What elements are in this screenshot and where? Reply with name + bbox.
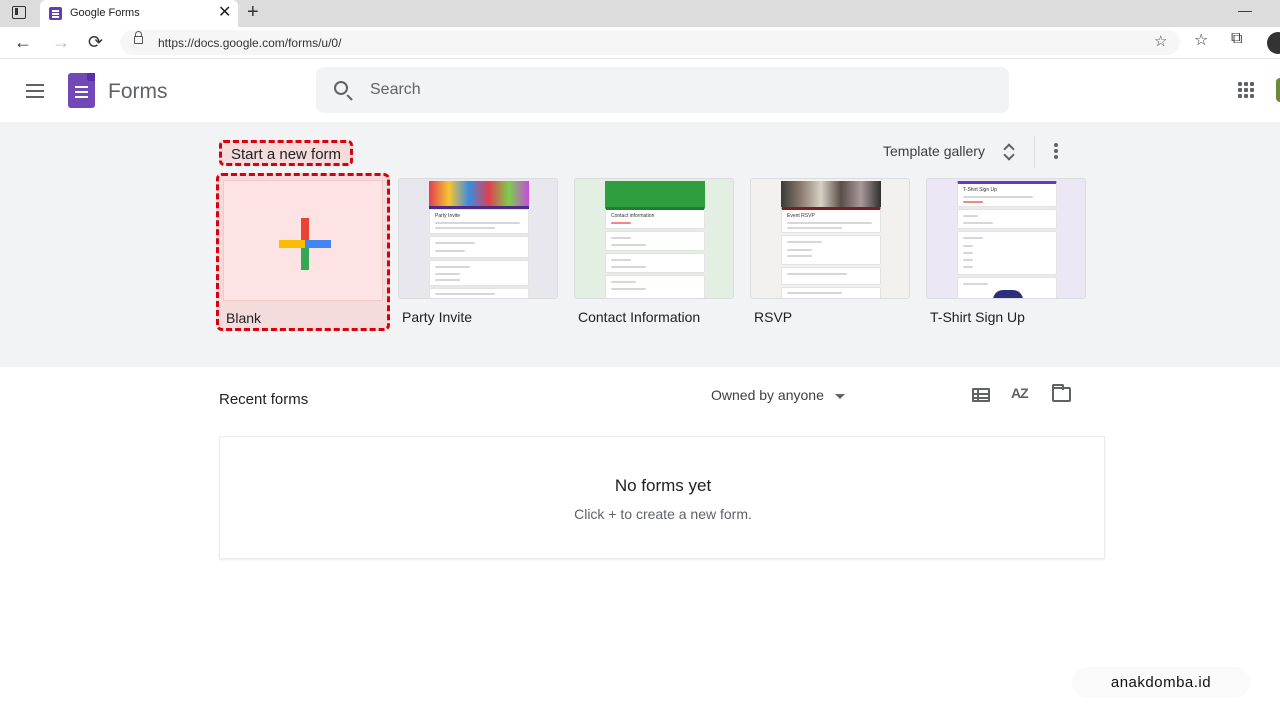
minimize-window-icon[interactable]: —: [1238, 2, 1252, 18]
template-name[interactable]: Contact Information: [574, 309, 734, 325]
main-menu-icon[interactable]: [26, 84, 44, 86]
browser-profile-icon[interactable]: [1267, 32, 1280, 54]
forms-favicon-icon: [49, 7, 62, 20]
party-invite-thumbnail[interactable]: Party Invite: [398, 178, 558, 299]
chevron-down-icon[interactable]: [835, 394, 845, 399]
mini-title-card: Event RSVP: [781, 207, 881, 233]
more-options-icon[interactable]: [1054, 143, 1058, 147]
forward-arrow-icon[interactable]: →: [52, 30, 70, 54]
start-new-form-section: Start a new form Template gallery Blank …: [0, 122, 1280, 367]
tab-actions-icon[interactable]: [12, 6, 26, 19]
reload-icon[interactable]: ⟳: [88, 30, 103, 54]
forms-app-bar: Forms: [0, 60, 1280, 122]
template-name[interactable]: RSVP: [750, 309, 910, 325]
green-header-image: [605, 181, 705, 209]
template-rsvp[interactable]: Event RSVP RSVP: [750, 178, 910, 325]
divider: [1034, 136, 1035, 168]
template-name[interactable]: Blank: [226, 310, 261, 326]
lock-icon[interactable]: [134, 31, 143, 44]
party-invite-preview-title: Party Invite: [435, 213, 461, 219]
search-input[interactable]: [370, 67, 970, 113]
search-icon[interactable]: [334, 81, 348, 95]
url-text[interactable]: https://docs.google.com/forms/u/0/: [158, 36, 341, 50]
empty-state-subtitle: Click + to create a new form.: [574, 506, 752, 522]
browser-tab[interactable]: Google Forms ✕: [40, 0, 238, 27]
template-name[interactable]: T-Shirt Sign Up: [926, 309, 1086, 325]
balloons-image: [429, 181, 529, 207]
watermark-label: anakdomba.id: [1072, 667, 1250, 698]
contact-info-preview-title: Contact information: [611, 213, 655, 219]
favorite-star-icon[interactable]: ☆: [1154, 32, 1167, 50]
template-tshirt-sign-up[interactable]: T-Shirt Sign Up T-Shirt Sign Up: [926, 178, 1086, 325]
new-tab-icon[interactable]: +: [247, 1, 259, 23]
list-view-icon[interactable]: [972, 388, 990, 402]
owner-filter-dropdown[interactable]: Owned by anyone: [711, 387, 824, 403]
tshirt-thumbnail[interactable]: T-Shirt Sign Up: [926, 178, 1086, 299]
back-arrow-icon[interactable]: ←: [14, 30, 32, 54]
mini-title-card: Contact information: [605, 207, 705, 229]
collections-icon[interactable]: ⧉: [1231, 30, 1242, 48]
empty-state-title: No forms yet: [614, 476, 712, 495]
start-new-form-title: Start a new form: [219, 140, 354, 166]
expand-collapse-icon[interactable]: [1003, 142, 1015, 162]
tshirt-preview-title: T-Shirt Sign Up: [963, 187, 997, 193]
url-field[interactable]: https://docs.google.com/forms/u/0/ ☆: [120, 30, 1180, 55]
app-name[interactable]: Forms: [108, 80, 168, 104]
browser-tab-bar: Google Forms ✕ + —: [0, 0, 1280, 27]
rsvp-preview-title: Event RSVP: [787, 213, 815, 219]
template-contact-information[interactable]: Contact information Contact Information: [574, 178, 734, 325]
browser-address-bar: ← → ⟳ https://docs.google.com/forms/u/0/…: [0, 27, 1280, 59]
mini-title-card: T-Shirt Sign Up: [957, 181, 1057, 207]
tshirt-image: [993, 290, 1023, 298]
close-tab-icon[interactable]: ✕: [218, 3, 231, 23]
tab-title: Google Forms: [70, 7, 140, 19]
forms-logo-icon[interactable]: [68, 73, 95, 108]
google-apps-icon[interactable]: [1238, 82, 1254, 98]
empty-state-card: No forms yet Click + to create a new for…: [219, 436, 1105, 559]
mini-title-card: Party Invite: [429, 209, 529, 234]
folder-picker-icon[interactable]: [1052, 384, 1071, 402]
crowd-image: [781, 181, 881, 207]
template-name[interactable]: Party Invite: [398, 309, 558, 325]
blank-thumbnail[interactable]: [223, 180, 383, 301]
plus-icon: [279, 218, 331, 270]
sort-az-icon[interactable]: AZ: [1011, 385, 1029, 401]
template-blank[interactable]: Blank: [216, 173, 390, 331]
template-party-invite[interactable]: Party Invite Party Invite: [398, 178, 558, 325]
rsvp-thumbnail[interactable]: Event RSVP: [750, 178, 910, 299]
search-bar[interactable]: [316, 67, 1009, 113]
account-avatar[interactable]: [1276, 78, 1280, 102]
favorites-icon[interactable]: ☆: [1194, 30, 1208, 50]
recent-forms-title: Recent forms: [219, 391, 309, 408]
contact-information-thumbnail[interactable]: Contact information: [574, 178, 734, 299]
template-gallery-button[interactable]: Template gallery: [883, 143, 985, 159]
